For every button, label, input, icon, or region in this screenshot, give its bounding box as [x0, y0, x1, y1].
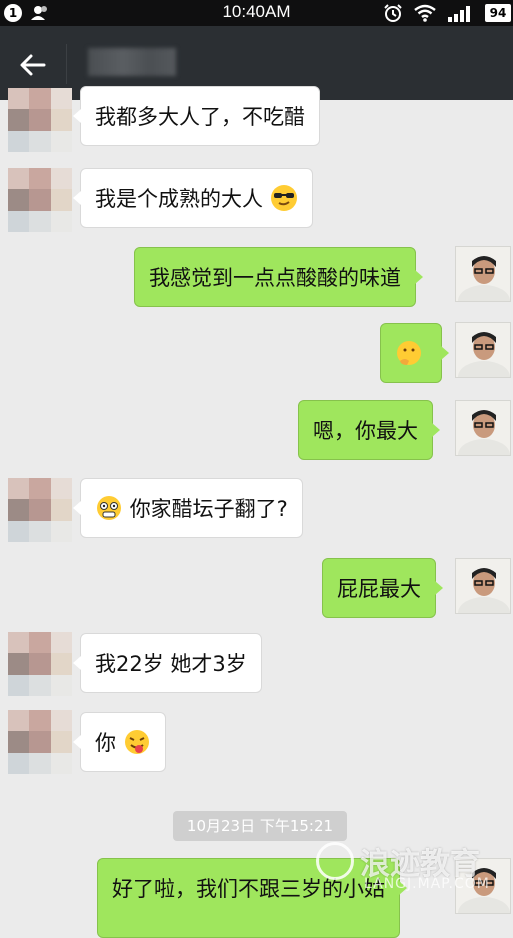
my-avatar[interactable]	[455, 400, 511, 456]
message-text: 我都多大人了，不吃醋	[95, 105, 305, 129]
tongue-emoji-icon	[124, 730, 149, 754]
message-text: 你	[95, 731, 116, 755]
message-bubble-outgoing[interactable]: 嗯，你最大	[298, 400, 440, 460]
message-text: 我是个成熟的大人	[95, 187, 263, 211]
message-text: 嗯，你最大	[313, 419, 418, 443]
message-bubble-incoming[interactable]: 我是个成熟的大人	[73, 168, 313, 228]
timestamp-label: 10月23日 下午15:21	[173, 811, 347, 841]
message-text: 你家醋坛子翻了?	[129, 497, 288, 521]
my-avatar[interactable]	[455, 246, 511, 302]
watermark-circle-icon	[316, 842, 354, 880]
message-text: 我22岁 她才3岁	[95, 652, 247, 676]
status-bar: 1 10:40AM 94	[0, 0, 513, 26]
my-avatar[interactable]	[455, 322, 511, 378]
contact-avatar[interactable]	[8, 168, 72, 232]
message-bubble-incoming[interactable]: 你	[73, 712, 166, 772]
message-bubble-incoming[interactable]: 你家醋坛子翻了?	[73, 478, 303, 538]
message-bubble-incoming[interactable]: 我都多大人了，不吃醋	[73, 86, 320, 146]
battery-icon: 94	[485, 4, 511, 22]
message-text: 我感觉到一点点酸酸的味道	[149, 266, 401, 290]
message-bubble-incoming[interactable]: 我22岁 她才3岁	[73, 633, 262, 693]
back-arrow-icon	[20, 54, 46, 76]
header-divider	[66, 44, 67, 84]
my-avatar[interactable]	[455, 558, 511, 614]
scared-emoji-icon	[97, 496, 121, 520]
contact-name	[88, 48, 176, 76]
contact-avatar[interactable]	[8, 632, 72, 696]
contact-avatar[interactable]	[8, 478, 72, 542]
signal-icon	[448, 6, 470, 22]
alarm-icon	[384, 4, 402, 22]
thinking-emoji-icon	[397, 341, 421, 365]
contact-avatar[interactable]	[8, 710, 72, 774]
message-bubble-outgoing[interactable]: 屁屁最大	[322, 558, 443, 618]
back-button[interactable]	[16, 48, 50, 82]
sunglasses-emoji-icon	[270, 185, 297, 211]
message-text: 屁屁最大	[337, 577, 421, 601]
wifi-icon	[414, 4, 436, 22]
message-bubble-outgoing[interactable]	[380, 323, 449, 383]
contact-avatar[interactable]	[8, 88, 72, 152]
watermark-url: LANGJ.MAP.COM	[364, 876, 490, 892]
message-bubble-outgoing[interactable]: 我感觉到一点点酸酸的味道	[134, 247, 423, 307]
